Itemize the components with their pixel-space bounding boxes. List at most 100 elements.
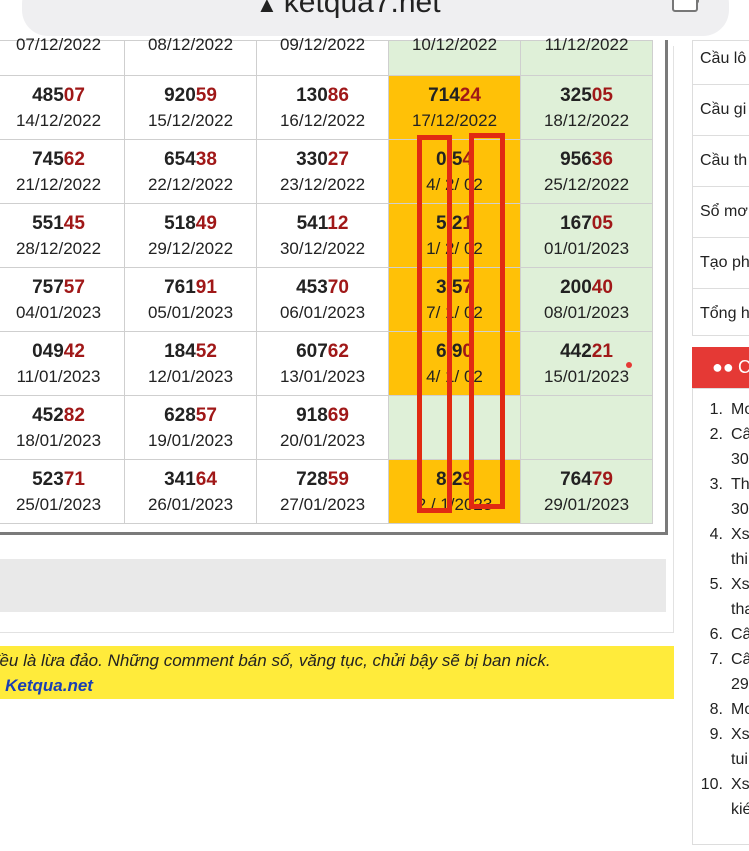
sidebar-link[interactable]: Cầu th <box>693 136 749 187</box>
date-label: 08/12/2022 <box>147 35 234 54</box>
result-cell: 72859 27/01/2023 <box>256 459 389 524</box>
result-date: 06/01/2023 <box>279 302 366 322</box>
result-date: 18/12/2022 <box>543 110 630 130</box>
result-row: 55145 28/12/2022 51849 29/12/2022 54112 30/12… <box>0 203 653 268</box>
number-head: 049 <box>32 340 64 362</box>
result-date: 12/01/2023 <box>147 366 234 386</box>
list-number: 6. <box>709 626 723 643</box>
result-number: 45282 <box>0 405 124 427</box>
url-display[interactable]: ▲ ketqua7.net <box>256 0 441 20</box>
gray-bar <box>0 559 666 612</box>
lock-icon: ▲ <box>256 0 278 17</box>
result-date: 29/01/2023 <box>543 494 630 514</box>
number-tail: 36 <box>591 148 613 170</box>
list-text: Xs <box>731 526 749 543</box>
result-cell: 95636 25/12/2022 <box>520 139 653 204</box>
number-head: 167 <box>560 212 592 234</box>
date-label: 09/12/2022 <box>279 35 366 54</box>
result-cell: 65438 22/12/2022 <box>124 139 257 204</box>
result-row: 04942 11/01/2023 18452 12/01/2023 60762 13/01… <box>0 331 653 396</box>
number-tail: 69 <box>327 404 349 426</box>
list-number: 7. <box>709 651 723 668</box>
number-tail: 27 <box>327 148 349 170</box>
date-label: 07/12/2022 <box>15 35 102 54</box>
warning-link[interactable]: n Ketqua.net <box>0 676 93 696</box>
number-head: 745 <box>32 148 64 170</box>
sidebar-list-item[interactable]: 6. Câ <box>693 626 749 644</box>
sidebar-list-item[interactable]: 5. Xs tha <box>693 576 749 618</box>
number-tail: 42 <box>63 340 85 362</box>
sidebar-list-item[interactable]: 4. Xs thi <box>693 526 749 568</box>
highlight-box-right <box>469 133 505 509</box>
list-text: Mo <box>731 701 749 718</box>
sidebar-link[interactable]: Cầu lô <box>693 41 749 85</box>
number-head: 761 <box>164 276 196 298</box>
result-date: 25/01/2023 <box>15 494 102 514</box>
result-row: 74562 21/12/2022 65438 22/12/2022 33027 23/12… <box>0 139 653 204</box>
result-number: 71424 <box>389 85 520 107</box>
number-tail: 79 <box>591 468 613 490</box>
result-number: 74562 <box>0 149 124 171</box>
result-number: 52371 <box>0 469 124 491</box>
section-title: C <box>738 357 749 377</box>
sidebar-list-item[interactable]: 8. Mo <box>693 701 749 719</box>
number-tail: 49 <box>195 212 217 234</box>
result-row: 45282 18/01/2023 62857 19/01/2023 91869 20/01… <box>0 395 653 460</box>
number-head: 330 <box>296 148 328 170</box>
sidebar-list-item[interactable]: 9. Xs tui <box>693 726 749 768</box>
result-row: 48507 14/12/2022 92059 15/12/2022 13086 16/12… <box>0 75 653 140</box>
sidebar-link[interactable]: Cầu gi <box>693 85 749 136</box>
number-tail: 45 <box>63 212 85 234</box>
result-cell: 34164 26/01/2023 <box>124 459 257 524</box>
results-body: 48507 14/12/2022 92059 15/12/2022 13086 16/12… <box>0 75 653 524</box>
sidebar-list-item[interactable]: 3. Th 30 <box>693 476 749 518</box>
number-head: 130 <box>296 84 328 106</box>
list-text: thi <box>731 551 748 568</box>
result-number: 72859 <box>257 469 388 491</box>
number-head: 518 <box>164 212 196 234</box>
result-number: 91869 <box>257 405 388 427</box>
url-text: ketqua7.net <box>283 0 441 19</box>
result-date: 23/12/2022 <box>279 174 366 194</box>
list-text: tha <box>731 601 749 618</box>
result-cell: 32505 18/12/2022 <box>520 75 653 140</box>
list-text: Câ <box>731 426 749 443</box>
result-number: 65438 <box>125 149 256 171</box>
number-tail: 05 <box>591 212 613 234</box>
number-tail: 07 <box>63 84 85 106</box>
number-head: 920 <box>164 84 196 106</box>
red-dot-mark <box>626 362 632 368</box>
number-tail: 64 <box>195 468 217 490</box>
result-date: 20/01/2023 <box>279 430 366 450</box>
sidebar-list-item[interactable]: 1. Mo <box>693 401 749 419</box>
sidebar-links: Cầu lô Cầu gi Cầu th Sổ mơ Tạo ph Tổng h <box>692 40 749 336</box>
tabs-icon[interactable] <box>672 0 699 12</box>
result-number: 76191 <box>125 277 256 299</box>
list-text: Câ <box>731 626 749 643</box>
number-head: 325 <box>560 84 592 106</box>
result-cell: 48507 14/12/2022 <box>0 75 125 140</box>
sidebar-link[interactable]: Tổng h <box>693 289 749 339</box>
number-head: 341 <box>164 468 196 490</box>
number-tail: 82 <box>63 404 85 426</box>
list-number: 2. <box>709 426 723 443</box>
result-cell: 45282 18/01/2023 <box>0 395 125 460</box>
result-cell: 74562 21/12/2022 <box>0 139 125 204</box>
sidebar-link[interactable]: Tạo ph <box>693 238 749 289</box>
sidebar-list-item[interactable]: 2. Câ 30 <box>693 426 749 468</box>
list-text: Câ <box>731 651 749 668</box>
sidebar-link[interactable]: Sổ mơ <box>693 187 749 238</box>
sidebar-list-item[interactable]: 10. Xs kié <box>693 776 749 818</box>
sidebar-list-item[interactable]: 7. Câ 29 <box>693 651 749 693</box>
date-label: 11/12/2022 <box>544 35 629 54</box>
result-date: 15/12/2022 <box>147 110 234 130</box>
result-cell: 44221 15/01/2023 <box>520 331 653 396</box>
list-number: 4. <box>709 526 723 543</box>
result-row: 52371 25/01/2023 34164 26/01/2023 72859 27/01… <box>0 459 653 524</box>
result-cell: 45370 06/01/2023 <box>256 267 389 332</box>
number-tail: 91 <box>195 276 217 298</box>
result-cell: 91869 20/01/2023 <box>256 395 389 460</box>
result-date: 30/12/2022 <box>279 238 366 258</box>
result-date: 17/12/2022 <box>411 110 498 130</box>
sidebar-list: 1. Mo 2. Câ 30 3. Th 30 4. Xs thi 5. Xs tha 6. Câ 7. Câ 29… <box>692 388 749 845</box>
